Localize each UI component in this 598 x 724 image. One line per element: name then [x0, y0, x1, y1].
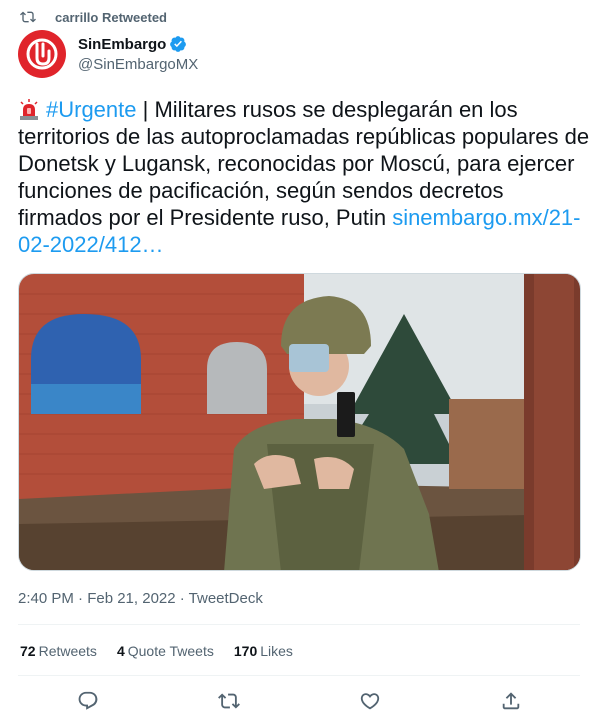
tweet-photo[interactable] [18, 273, 581, 571]
author-name-row[interactable]: SinEmbargo [78, 35, 198, 53]
action-bar [0, 690, 598, 714]
divider [18, 675, 580, 676]
likes-count: 170 [233, 643, 258, 659]
quotes-count: 4 [116, 643, 125, 659]
retweet-button[interactable] [218, 690, 240, 712]
tweet-text: #Urgente | Militares rusos se desplegará… [18, 96, 590, 258]
tweet-timestamp[interactable]: 2:40 PM · Feb 21, 2022 · TweetDeck [18, 590, 263, 607]
retweets-label: Retweets [38, 643, 97, 659]
retweet-banner: carrillo Retweeted [20, 9, 167, 25]
share-icon [502, 692, 520, 710]
separator: | [136, 97, 155, 122]
hashtag-link[interactable]: #Urgente [46, 97, 137, 122]
likes-stat[interactable]: 170 Likes [234, 643, 293, 659]
divider [18, 624, 580, 625]
retweets-stat[interactable]: 72 Retweets [20, 643, 97, 659]
retweets-count: 72 [20, 643, 36, 659]
avatar[interactable] [18, 30, 66, 78]
quote-tweets-stat[interactable]: 4 Quote Tweets [117, 643, 214, 659]
soldier-photo [19, 274, 580, 570]
author-display-name[interactable]: SinEmbargo [78, 36, 166, 53]
like-icon [360, 693, 380, 710]
verified-badge-icon [170, 36, 187, 52]
retweet-banner-text[interactable]: carrillo Retweeted [55, 10, 167, 25]
siren-icon [18, 99, 40, 121]
reply-icon [78, 691, 98, 710]
quotes-label: Quote Tweets [127, 643, 214, 659]
tweet-header: SinEmbargo @SinEmbargoMX [18, 30, 198, 78]
sinembargo-logo-icon [26, 38, 58, 70]
like-button[interactable] [359, 690, 381, 712]
engagement-stats: 72 Retweets 4 Quote Tweets 170 Likes [20, 643, 313, 659]
likes-label: Likes [260, 643, 293, 659]
author-handle[interactable]: @SinEmbargoMX [78, 56, 198, 73]
share-button[interactable] [500, 690, 522, 712]
reply-button[interactable] [77, 690, 99, 712]
retweet-icon [218, 693, 240, 709]
retweet-icon [20, 11, 36, 23]
